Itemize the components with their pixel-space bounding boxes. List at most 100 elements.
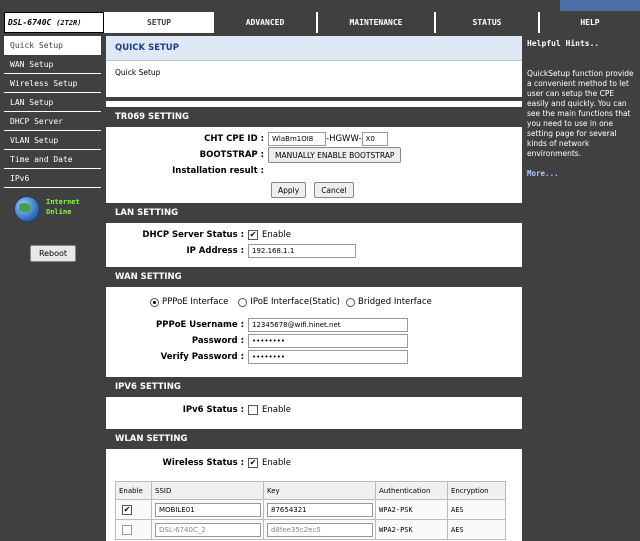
sidebar-item-dhcp-server[interactable]: DHCP Server: [4, 112, 101, 131]
sidebar-item-time-and-date[interactable]: Time and Date: [4, 150, 101, 169]
ipv6-section: IPV6 SETTING IPv6 Status : Enable: [106, 377, 522, 423]
status-line-2: Online: [46, 208, 72, 216]
pppoe-username-input[interactable]: [248, 318, 408, 332]
install-result-label: Installation result :: [172, 166, 264, 176]
sidebar-item-wireless-setup[interactable]: Wireless Setup: [4, 74, 101, 93]
ssid-cell: [151, 519, 264, 540]
key-cell: [263, 499, 376, 520]
sidebar-item-ipv6[interactable]: IPv6: [4, 169, 101, 188]
wlan-table: Enable SSID Key Authentication Encryptio…: [115, 481, 506, 540]
quick-setup-section: QUICK SETUP Quick Setup: [106, 36, 522, 101]
pppoe-username-row: PPPoE Username :: [106, 317, 522, 333]
tr069-body: CHT CPE ID : -HGWW- BOOTSTRAP : MANUALLY…: [106, 127, 522, 198]
tab-help[interactable]: HELP: [538, 12, 640, 33]
tab-maintenance[interactable]: MAINTENANCE: [316, 12, 434, 33]
lan-section: LAN SETTING DHCP Server Status : ✔ Enabl…: [106, 203, 522, 261]
sidebar: Quick Setup WAN Setup Wireless Setup LAN…: [4, 36, 101, 226]
ipoe-label: IPoE Interface(Static): [250, 297, 341, 307]
status-line-1: Internet: [46, 198, 80, 206]
cpe-id-field-2[interactable]: [361, 132, 388, 146]
password-input[interactable]: [248, 334, 408, 348]
internet-status-text: Internet Online: [46, 197, 80, 217]
tab-status[interactable]: STATUS: [434, 12, 538, 33]
ipv6-status-row: IPv6 Status : Enable: [106, 401, 522, 419]
col-key: Key: [263, 481, 376, 500]
main-content: QUICK SETUP Quick Setup TR069 SETTING CH…: [106, 36, 522, 541]
key-cell: [263, 519, 376, 540]
top-strip-accent: [560, 0, 640, 11]
key2-input[interactable]: [267, 522, 373, 537]
wlan-section: WLAN SETTING Wireless Status : ✔ Enable …: [106, 429, 522, 541]
bridged-radio[interactable]: [346, 297, 356, 307]
ipv6-status-label: IPv6 Status :: [182, 405, 244, 415]
cpe-id-field-1[interactable]: [268, 132, 326, 146]
wireless-status-label: Wireless Status :: [162, 458, 244, 468]
cpe-id-separator: -HGWW-: [326, 134, 362, 144]
cancel-button[interactable]: Cancel: [314, 182, 354, 198]
quick-setup-title: QUICK SETUP: [106, 36, 522, 61]
password-row: Password :: [106, 333, 522, 349]
enc2-value: AES: [447, 519, 506, 540]
col-encryption: Encryption: [447, 481, 506, 500]
sidebar-item-lan-setup[interactable]: LAN Setup: [4, 93, 101, 112]
verify-password-row: Verify Password :: [106, 349, 522, 365]
ipv6-enable-label: Enable: [262, 405, 291, 415]
wireless-enable-label: Enable: [262, 458, 291, 468]
ip-address-input[interactable]: [248, 244, 356, 258]
wan-section: WAN SETTING PPPoE Interface IPoE Interfa…: [106, 267, 522, 371]
dhcp-label: DHCP Server Status :: [142, 230, 244, 240]
tr069-section: TR069 SETTING CHT CPE ID : -HGWW- BOOTST…: [106, 107, 522, 198]
ssid1-checkbox[interactable]: ✔: [122, 504, 132, 515]
enable-cell: [115, 519, 152, 540]
tab-setup[interactable]: SETUP: [104, 12, 212, 33]
bridged-label: Bridged Interface: [358, 297, 432, 307]
table-row: WPA2-PSK AES: [115, 519, 506, 540]
globe-icon: [14, 196, 40, 222]
wlan-title: WLAN SETTING: [106, 429, 522, 449]
ssid-cell: [151, 499, 264, 520]
key1-input[interactable]: [267, 502, 373, 517]
enable-cell: ✔: [115, 499, 152, 520]
bootstrap-label: BOOTSTRAP :: [199, 150, 264, 160]
quick-setup-body: Quick Setup: [106, 61, 522, 101]
ip-row: IP Address :: [106, 243, 522, 259]
wlan-body: Wireless Status : ✔ Enable Enable SSID K…: [106, 449, 522, 541]
lan-body: DHCP Server Status : ✔ Enable IP Address…: [106, 223, 522, 261]
ssid2-input[interactable]: [155, 522, 261, 537]
dhcp-row: DHCP Server Status : ✔ Enable: [106, 227, 522, 243]
lan-title: LAN SETTING: [106, 203, 522, 223]
col-authentication: Authentication: [375, 481, 448, 500]
pppoe-username-label: PPPoE Username :: [156, 320, 244, 330]
ssid1-input[interactable]: [155, 502, 261, 517]
ssid2-checkbox[interactable]: [122, 524, 132, 535]
enc1-value: AES: [447, 499, 506, 520]
ipv6-body: IPv6 Status : Enable: [106, 397, 522, 423]
wan-body: PPPoE Interface IPoE Interface(Static) B…: [106, 287, 522, 371]
sidebar-item-quick-setup[interactable]: Quick Setup: [4, 36, 101, 55]
sidebar-item-wan-setup[interactable]: WAN Setup: [4, 55, 101, 74]
enable-bootstrap-button[interactable]: MANUALLY ENABLE BOOTSTRAP: [268, 147, 402, 163]
sidebar-item-vlan-setup[interactable]: VLAN Setup: [4, 131, 101, 150]
dhcp-checkbox[interactable]: ✔: [248, 230, 258, 240]
table-row: ✔ WPA2-PSK AES: [115, 499, 506, 520]
top-strip: [0, 0, 640, 11]
ipoe-radio[interactable]: [238, 297, 248, 307]
ipv6-checkbox[interactable]: [248, 405, 258, 415]
tab-advanced[interactable]: ADVANCED: [212, 12, 316, 33]
divider-slashes: //: [78, 11, 92, 32]
top-tabs: SETUP ADVANCED MAINTENANCE STATUS HELP: [104, 12, 640, 33]
wireless-checkbox[interactable]: ✔: [248, 458, 258, 468]
pppoe-radio[interactable]: [150, 297, 159, 307]
wan-title: WAN SETTING: [106, 267, 522, 287]
hints-more-link[interactable]: More...: [525, 159, 640, 188]
install-result-row: Installation result :: [106, 163, 522, 179]
tr069-title: TR069 SETTING: [106, 107, 522, 127]
col-enable: Enable: [115, 481, 152, 500]
apply-button[interactable]: Apply: [271, 182, 307, 198]
bootstrap-row: BOOTSTRAP : MANUALLY ENABLE BOOTSTRAP: [106, 147, 522, 163]
password-label: Password :: [191, 336, 244, 346]
tr069-actions: Apply Cancel: [106, 179, 522, 201]
verify-password-input[interactable]: [248, 350, 408, 364]
reboot-button[interactable]: Reboot: [30, 245, 76, 262]
